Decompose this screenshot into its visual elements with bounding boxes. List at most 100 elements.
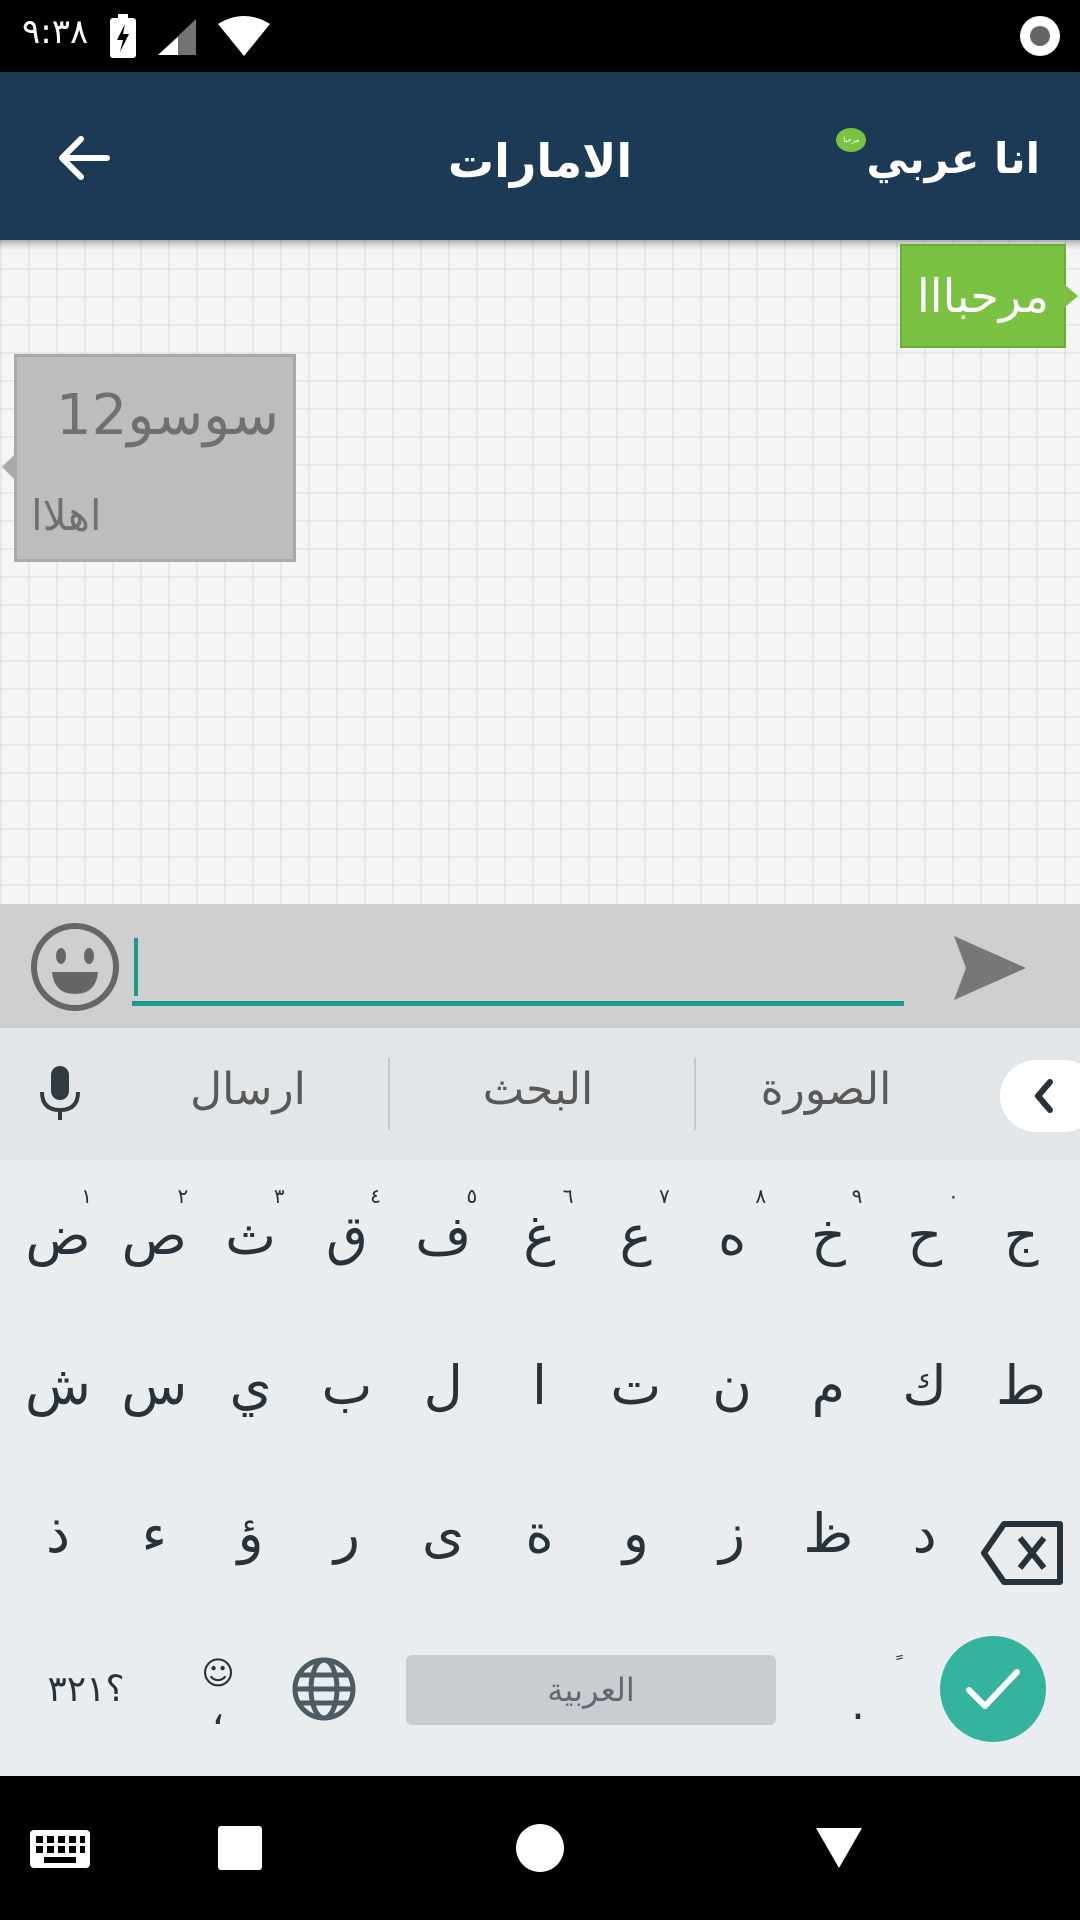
chevron-left-icon: [1035, 1079, 1053, 1113]
key-row1-7[interactable]: ع٧: [588, 1170, 684, 1300]
app-bar: الامارات مرحبا انا عربي: [0, 72, 1080, 240]
key-hint: ٥: [466, 1184, 478, 1208]
key-label: ب: [321, 1353, 373, 1417]
key-label: ث: [225, 1203, 277, 1267]
record-icon: [1020, 16, 1060, 56]
message-sender: سوسو12: [56, 383, 279, 448]
key-row3-9[interactable]: ظ: [780, 1468, 876, 1598]
suggestion-divider: [694, 1058, 696, 1130]
key-row1-6[interactable]: غ٦: [492, 1170, 588, 1300]
key-label: د: [912, 1501, 937, 1565]
key-row3-3[interactable]: ؤ: [203, 1468, 299, 1598]
key-hint: ٩: [851, 1184, 863, 1208]
suggestion-2[interactable]: البحث: [418, 1064, 658, 1115]
status-bar: ٩:٣٨: [0, 0, 1080, 72]
emoji-button[interactable]: [30, 922, 120, 1012]
key-row1-1[interactable]: ض١: [10, 1170, 106, 1300]
key-row1-5[interactable]: ف٥: [395, 1170, 491, 1300]
space-key[interactable]: العربية: [406, 1655, 776, 1725]
key-label: ح: [907, 1203, 943, 1267]
key-row2-3[interactable]: ي: [203, 1320, 299, 1450]
key-row3-1[interactable]: ذ: [10, 1468, 106, 1598]
key-row2-2[interactable]: س: [106, 1320, 202, 1450]
signal-icon: [158, 19, 196, 55]
key-row2-7[interactable]: ت: [588, 1320, 684, 1450]
brand-logo: مرحبا انا عربي: [836, 128, 1040, 188]
key-row2-5[interactable]: ل: [395, 1320, 491, 1450]
key-label: ف: [415, 1203, 472, 1267]
chat-area[interactable]: مرحبااا سوسو12 اهلاا: [0, 240, 1080, 904]
symbols-key[interactable]: ؟٣٢١: [36, 1624, 136, 1754]
suggestion-strip: ارسال البحث الصورة: [0, 1028, 1080, 1160]
smiley-icon: ☺: [201, 1654, 235, 1692]
key-row2-9[interactable]: م: [780, 1320, 876, 1450]
brand-name: انا عربي: [866, 133, 1040, 183]
backspace-icon: [981, 1521, 1063, 1585]
key-row3-6[interactable]: ة: [492, 1468, 588, 1598]
globe-icon: [292, 1657, 356, 1721]
key-row2-10[interactable]: ك: [877, 1320, 973, 1450]
key-label: ط: [996, 1353, 1046, 1417]
comma-emoji-key[interactable]: ☺ ،: [170, 1624, 266, 1754]
key-row3-8[interactable]: ز: [684, 1468, 780, 1598]
key-row1-8[interactable]: ه٨: [684, 1170, 780, 1300]
key-row1-10[interactable]: ح٠: [877, 1170, 973, 1300]
key-row3-4[interactable]: ر: [299, 1468, 395, 1598]
status-time: ٩:٣٨: [22, 12, 89, 52]
message-input[interactable]: [132, 934, 904, 1006]
key-label: خ: [810, 1203, 846, 1267]
recents-button[interactable]: [216, 1824, 264, 1872]
key-label: س: [121, 1353, 188, 1417]
keyboard-switch-icon[interactable]: [28, 1828, 92, 1870]
mic-icon: [40, 1066, 80, 1120]
key-label: ظ: [803, 1501, 854, 1565]
key-row1-3[interactable]: ث٣: [203, 1170, 299, 1300]
enter-key[interactable]: [940, 1636, 1046, 1742]
voice-input-button[interactable]: [30, 1064, 90, 1124]
language-key[interactable]: [276, 1624, 372, 1754]
key-label: ؤ: [237, 1501, 264, 1565]
key-row3-7[interactable]: و: [588, 1468, 684, 1598]
key-hint: ٤: [370, 1184, 381, 1208]
period-key[interactable]: . ً: [810, 1624, 906, 1754]
key-row3-2[interactable]: ء: [106, 1468, 202, 1598]
key-label: ت: [610, 1353, 662, 1417]
incoming-message[interactable]: سوسو12 اهلاا: [2, 354, 296, 562]
suggestion-1[interactable]: ارسال: [128, 1064, 368, 1115]
key-label: ر: [333, 1501, 360, 1565]
key-label: ة: [525, 1501, 554, 1565]
send-button[interactable]: [952, 930, 1028, 1006]
check-icon: [966, 1669, 1020, 1709]
record-indicator: [1018, 14, 1062, 62]
key-hint: ٧: [659, 1184, 670, 1208]
key-row2-1[interactable]: ش: [10, 1320, 106, 1450]
key-hint: ٢: [177, 1184, 189, 1208]
key-row2-8[interactable]: ن: [684, 1320, 780, 1450]
key-label: ذ: [45, 1501, 71, 1565]
suggestion-divider: [388, 1058, 390, 1130]
key-row1-2[interactable]: ص٢: [106, 1170, 202, 1300]
message-input-bar: [0, 904, 1080, 1028]
key-row1-9[interactable]: خ٩: [780, 1170, 876, 1300]
key-label: ا: [531, 1353, 547, 1417]
key-row2-4[interactable]: ب: [299, 1320, 395, 1450]
keyboard: ارسال البحث الصورة ض١ص٢ث٣ق٤ف٥غ٦ع٧ه٨خ٩ح٠ج…: [0, 1028, 1080, 1776]
send-icon: [954, 936, 1026, 1000]
backspace-key[interactable]: [980, 1518, 1066, 1588]
collapse-suggestions-button[interactable]: [1000, 1060, 1080, 1132]
home-button[interactable]: [514, 1822, 566, 1874]
key-row3-5[interactable]: ى: [395, 1468, 491, 1598]
key-hint: ٦: [562, 1184, 574, 1208]
key-hint: ٨: [755, 1184, 767, 1208]
key-row2-6[interactable]: ا: [492, 1320, 588, 1450]
key-label: ض: [25, 1203, 91, 1267]
key-row1-4[interactable]: ق٤: [299, 1170, 395, 1300]
suggestion-3[interactable]: الصورة: [706, 1064, 946, 1115]
outgoing-message[interactable]: مرحبااا: [900, 244, 1078, 348]
key-row3-10[interactable]: د: [877, 1468, 973, 1598]
key-label: ع: [619, 1203, 652, 1267]
key-row2-11[interactable]: ط: [973, 1320, 1069, 1450]
key-label: ل: [423, 1353, 463, 1417]
back-nav-button[interactable]: [814, 1826, 864, 1870]
key-row1-11[interactable]: ج: [973, 1170, 1069, 1300]
